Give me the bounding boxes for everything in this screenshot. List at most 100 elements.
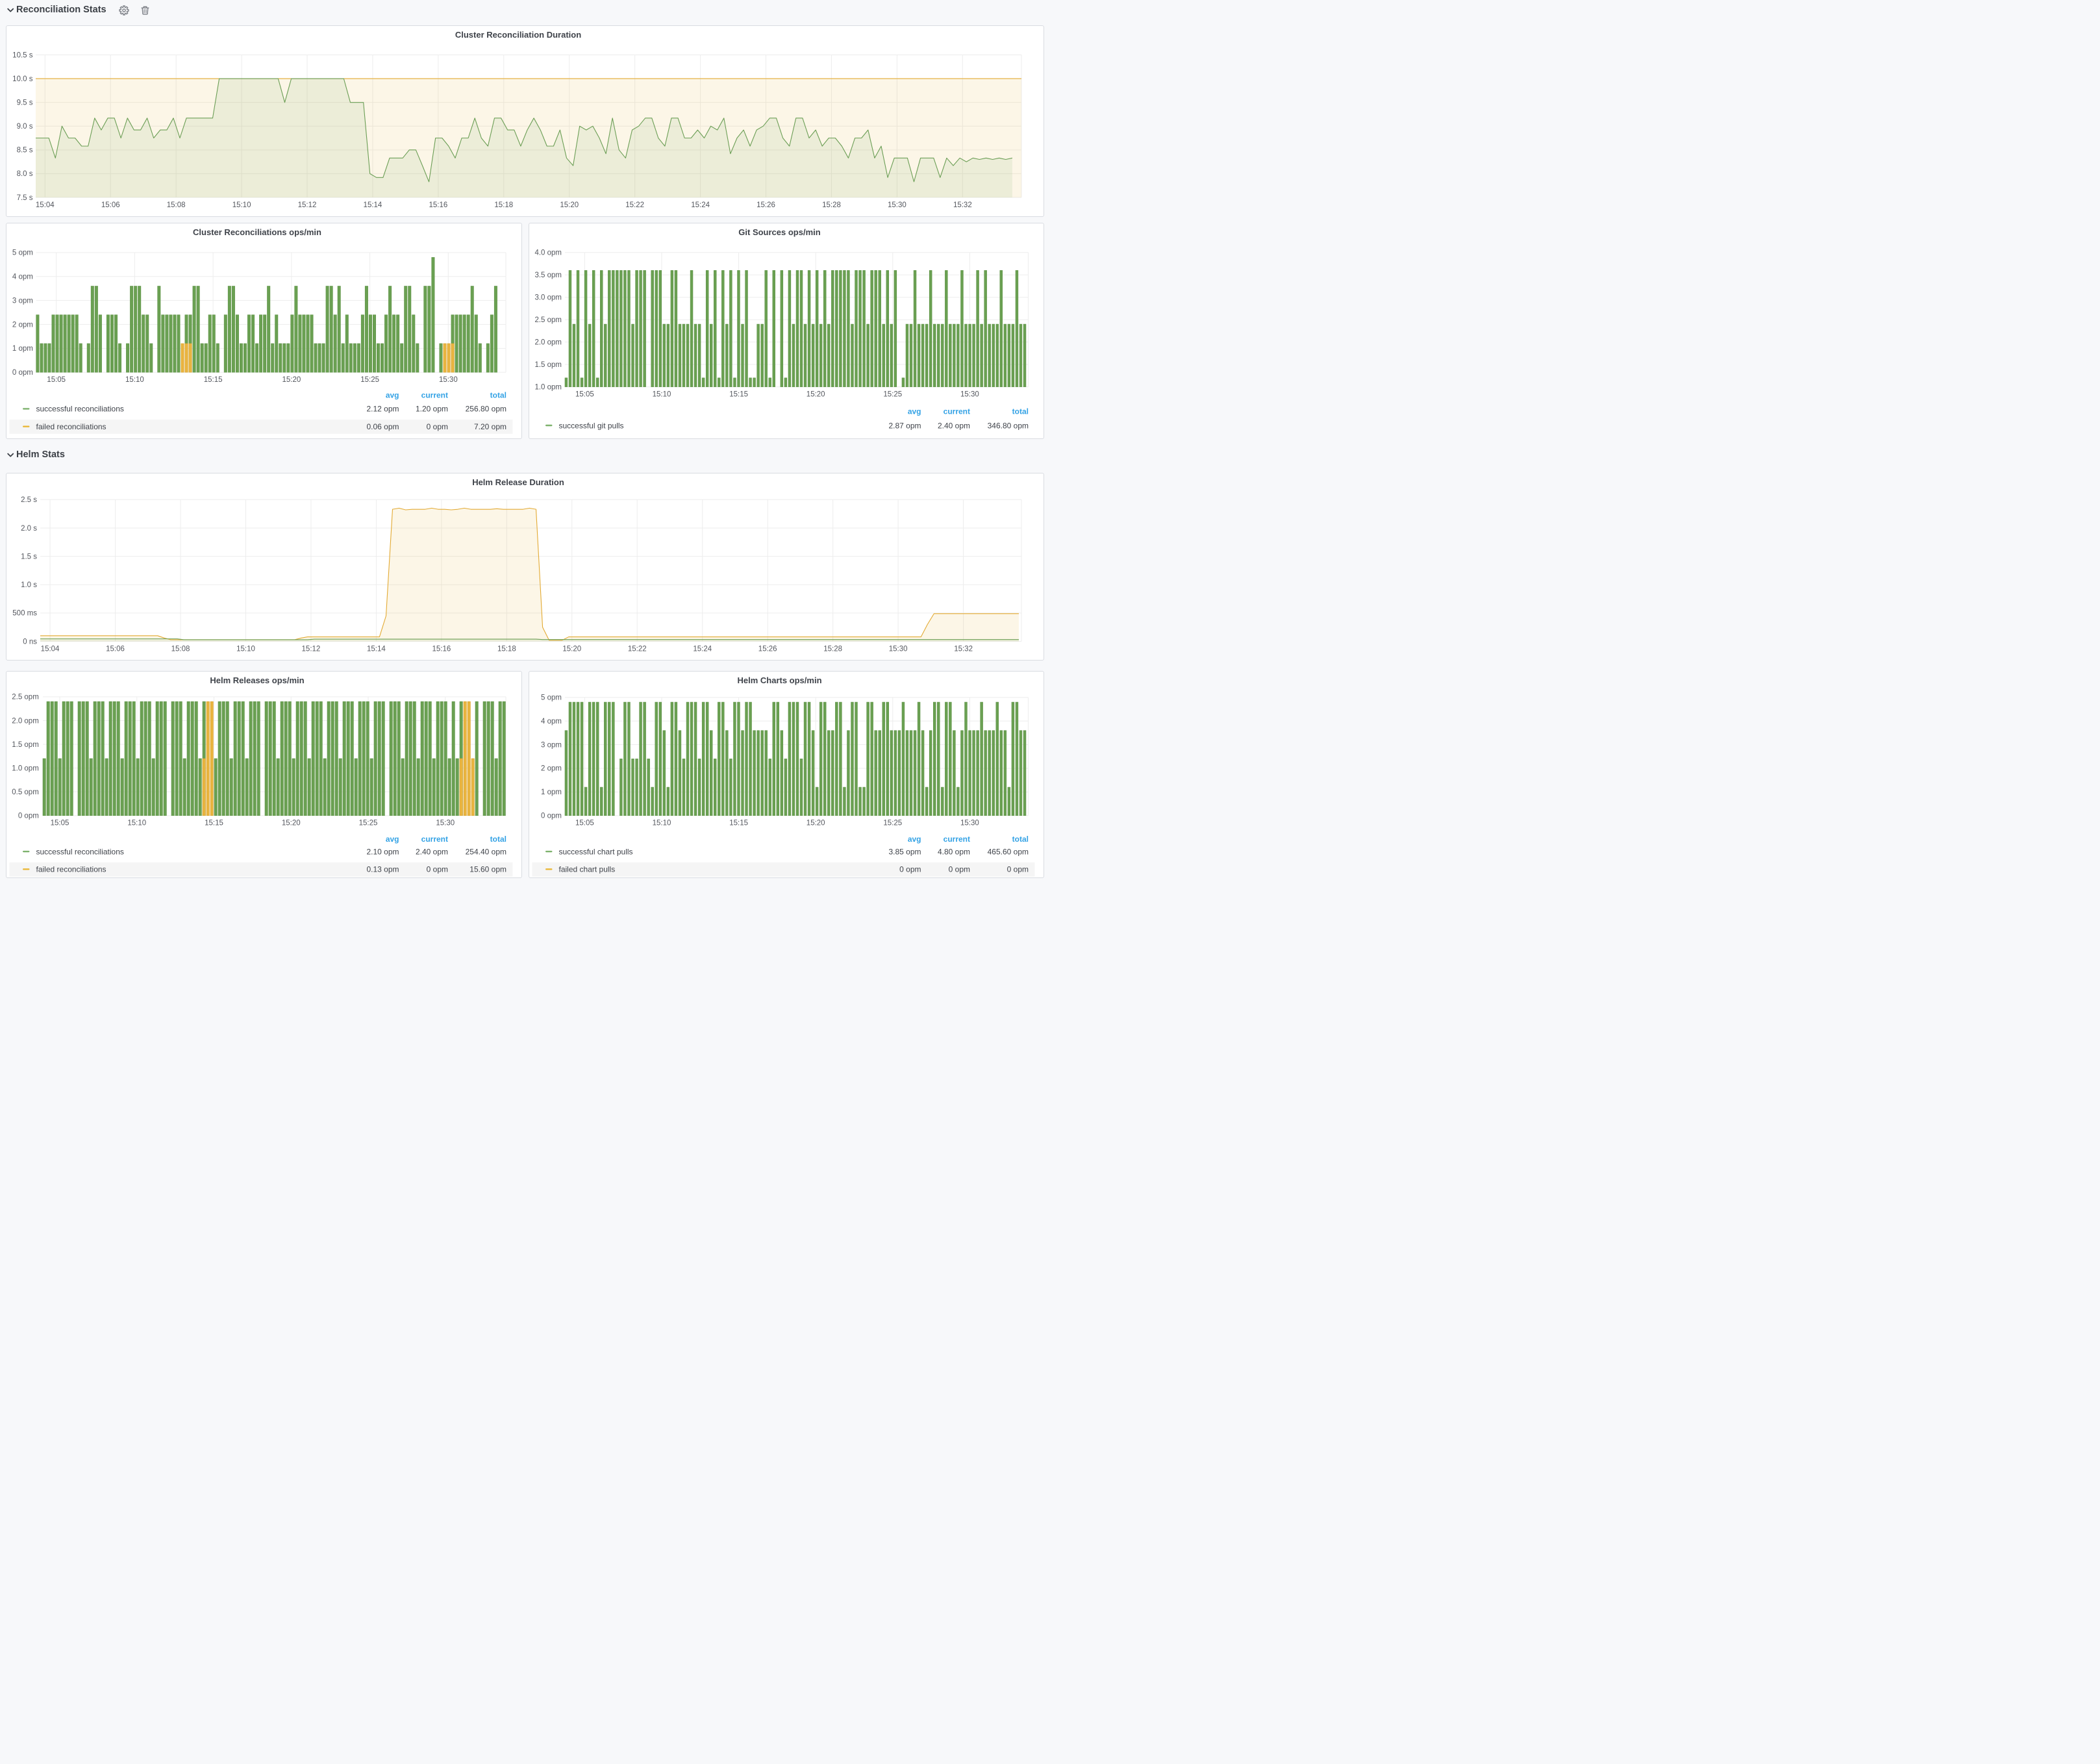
svg-text:failed chart pulls: failed chart pulls: [559, 865, 616, 874]
svg-text:0 opm: 0 opm: [949, 865, 970, 874]
svg-text:0 opm: 0 opm: [12, 369, 33, 377]
svg-text:2 opm: 2 opm: [541, 765, 562, 773]
svg-text:current: current: [944, 407, 970, 416]
svg-text:1.5 opm: 1.5 opm: [534, 361, 562, 369]
svg-text:avg: avg: [908, 835, 921, 844]
svg-text:current: current: [421, 835, 448, 844]
svg-text:0 opm: 0 opm: [427, 422, 448, 431]
svg-text:15:20: 15:20: [806, 391, 825, 399]
svg-text:10.5 s: 10.5 s: [12, 51, 33, 59]
svg-text:15:05: 15:05: [47, 376, 66, 384]
svg-text:15:16: 15:16: [432, 646, 451, 653]
svg-text:0 opm: 0 opm: [541, 813, 562, 820]
svg-text:15:30: 15:30: [439, 376, 458, 384]
svg-text:0.5 opm: 0.5 opm: [12, 788, 39, 796]
svg-text:1.5 s: 1.5 s: [21, 553, 37, 561]
svg-text:15:12: 15:12: [302, 646, 321, 653]
svg-text:total: total: [490, 835, 506, 844]
svg-text:4 opm: 4 opm: [541, 718, 562, 725]
svg-text:15:12: 15:12: [298, 201, 317, 209]
svg-text:15:26: 15:26: [758, 646, 777, 653]
svg-text:465.60 opm: 465.60 opm: [988, 847, 1029, 856]
svg-text:avg: avg: [386, 391, 399, 400]
svg-text:total: total: [1012, 407, 1029, 416]
svg-text:15:14: 15:14: [364, 201, 382, 209]
svg-text:15:20: 15:20: [562, 646, 581, 653]
svg-text:15:10: 15:10: [236, 646, 255, 653]
svg-text:8.0 s: 8.0 s: [17, 170, 33, 178]
svg-text:2.0 s: 2.0 s: [21, 525, 37, 533]
svg-text:2.5 opm: 2.5 opm: [12, 694, 39, 701]
svg-text:15:32: 15:32: [953, 201, 972, 209]
svg-text:2.12 opm: 2.12 opm: [366, 405, 399, 414]
svg-text:3.0 opm: 3.0 opm: [534, 294, 562, 302]
svg-text:15:28: 15:28: [822, 201, 841, 209]
svg-text:15:05: 15:05: [575, 820, 594, 827]
svg-text:successful chart pulls: successful chart pulls: [559, 847, 633, 856]
svg-text:15:04: 15:04: [41, 646, 60, 653]
svg-text:256.80 opm: 256.80 opm: [466, 405, 506, 414]
svg-text:15:10: 15:10: [653, 391, 671, 399]
svg-text:2.40 opm: 2.40 opm: [416, 847, 448, 856]
svg-text:15:30: 15:30: [889, 646, 908, 653]
svg-text:successful reconciliations: successful reconciliations: [36, 847, 124, 856]
svg-text:total: total: [490, 391, 506, 400]
svg-text:15:15: 15:15: [729, 391, 748, 399]
svg-text:failed reconciliations: failed reconciliations: [36, 865, 106, 874]
svg-text:15:04: 15:04: [36, 201, 55, 209]
svg-text:15:10: 15:10: [127, 820, 146, 827]
svg-text:7.5 s: 7.5 s: [17, 194, 33, 202]
svg-text:15:05: 15:05: [51, 820, 69, 827]
svg-text:15:08: 15:08: [167, 201, 186, 209]
svg-text:0.13 opm: 0.13 opm: [366, 865, 399, 874]
svg-text:15:22: 15:22: [625, 201, 644, 209]
svg-text:15:22: 15:22: [628, 646, 647, 653]
svg-text:15:15: 15:15: [205, 820, 223, 827]
svg-text:9.5 s: 9.5 s: [17, 99, 33, 107]
svg-text:15:30: 15:30: [960, 391, 979, 399]
svg-text:15:24: 15:24: [691, 201, 710, 209]
svg-text:15:16: 15:16: [429, 201, 447, 209]
svg-text:15:30: 15:30: [960, 820, 979, 827]
svg-text:15:20: 15:20: [560, 201, 579, 209]
svg-text:0 opm: 0 opm: [899, 865, 921, 874]
svg-text:15:06: 15:06: [106, 646, 125, 653]
svg-text:15:25: 15:25: [360, 376, 379, 384]
svg-text:15:25: 15:25: [883, 391, 902, 399]
svg-text:15:28: 15:28: [823, 646, 842, 653]
svg-text:3.5 opm: 3.5 opm: [534, 271, 562, 279]
svg-text:8.5 s: 8.5 s: [17, 147, 33, 155]
svg-text:avg: avg: [386, 835, 399, 844]
svg-text:15:25: 15:25: [359, 820, 378, 827]
svg-text:10.0 s: 10.0 s: [12, 75, 33, 83]
svg-text:15:05: 15:05: [575, 391, 594, 399]
svg-text:15:20: 15:20: [806, 820, 825, 827]
svg-text:1.0 opm: 1.0 opm: [534, 383, 562, 391]
svg-text:1.0 s: 1.0 s: [21, 581, 37, 589]
svg-text:4.80 opm: 4.80 opm: [938, 847, 970, 856]
svg-text:3.85 opm: 3.85 opm: [888, 847, 921, 856]
svg-text:failed reconciliations: failed reconciliations: [36, 422, 106, 431]
svg-text:4 opm: 4 opm: [12, 273, 33, 281]
svg-text:0 opm: 0 opm: [1007, 865, 1029, 874]
svg-text:2.87 opm: 2.87 opm: [888, 421, 921, 430]
svg-text:1 opm: 1 opm: [541, 788, 562, 796]
svg-text:5 opm: 5 opm: [12, 249, 33, 257]
svg-text:15:06: 15:06: [101, 201, 120, 209]
svg-text:15:25: 15:25: [883, 820, 902, 827]
svg-text:2.40 opm: 2.40 opm: [938, 421, 970, 430]
svg-text:2 opm: 2 opm: [12, 321, 33, 329]
svg-text:15:15: 15:15: [729, 820, 748, 827]
svg-text:15:26: 15:26: [756, 201, 775, 209]
svg-text:4.0 opm: 4.0 opm: [534, 249, 562, 257]
svg-text:15:15: 15:15: [204, 376, 223, 384]
svg-text:15:20: 15:20: [282, 820, 301, 827]
svg-text:0 opm: 0 opm: [427, 865, 448, 874]
svg-text:total: total: [1012, 835, 1029, 844]
svg-text:avg: avg: [908, 407, 921, 416]
svg-text:15:30: 15:30: [436, 820, 455, 827]
svg-text:current: current: [421, 391, 448, 400]
svg-text:1.0 opm: 1.0 opm: [12, 764, 39, 772]
svg-text:0 ns: 0 ns: [23, 638, 37, 646]
svg-text:15:08: 15:08: [171, 646, 190, 653]
